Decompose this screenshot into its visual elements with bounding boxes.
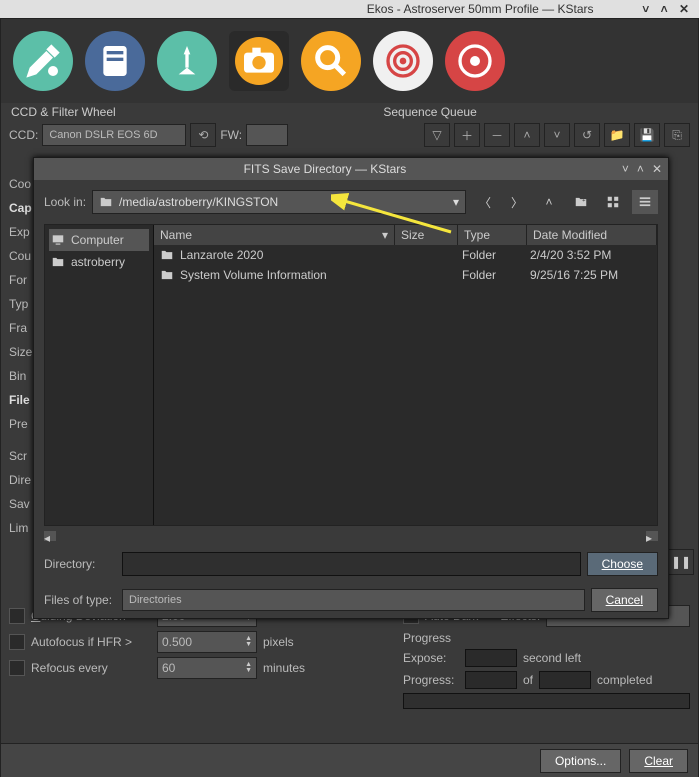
refocus-label: Refocus every xyxy=(31,661,151,675)
choose-button[interactable]: Choose xyxy=(587,552,658,576)
mount-tab[interactable] xyxy=(157,31,217,91)
fw-combo[interactable] xyxy=(246,124,288,146)
folder-icon xyxy=(99,195,113,209)
ccd-label: CCD: xyxy=(9,128,38,142)
lookin-label: Look in: xyxy=(44,195,86,209)
refocus-check[interactable] xyxy=(9,660,25,676)
folder-icon xyxy=(51,255,65,269)
svg-text:+: + xyxy=(582,198,586,204)
scheduler-tab[interactable] xyxy=(85,31,145,91)
saveas-button[interactable]: ⎘ xyxy=(664,123,690,147)
ccd-combo[interactable]: Canon DSLR EOS 6D xyxy=(42,124,186,146)
progress2-label: Progress: xyxy=(403,673,459,687)
capture-tab[interactable] xyxy=(229,31,289,91)
icon-view-button[interactable] xyxy=(600,190,626,214)
add-button[interactable]: ＋ xyxy=(454,123,480,147)
scroll-left[interactable]: ◂ xyxy=(44,531,56,541)
up-button[interactable]: ˄ xyxy=(514,123,540,147)
remove-button[interactable]: － xyxy=(484,123,510,147)
align-tab[interactable] xyxy=(373,31,433,91)
close-icon[interactable]: ✕ xyxy=(679,2,689,16)
progress-bar xyxy=(403,693,690,709)
col-type[interactable]: Type xyxy=(458,225,527,245)
filter-icon[interactable]: ▽ xyxy=(424,123,450,147)
dialog-title: FITS Save Directory — KStars xyxy=(34,162,616,176)
path-combo[interactable]: /media/astroberry/KINGSTON ▾ xyxy=(92,190,466,214)
computer-icon xyxy=(51,233,65,247)
left-labels: Coo Cap Exp Cou For Typ Fra Size Bin Fil… xyxy=(9,177,32,539)
autofocus-check[interactable] xyxy=(9,634,25,650)
col-date[interactable]: Date Modified xyxy=(527,225,657,245)
file-row[interactable]: System Volume Information Folder 9/25/16… xyxy=(154,265,657,285)
folder-icon xyxy=(160,248,174,262)
pause-button[interactable]: ❚❚ xyxy=(668,549,694,575)
scroll-right[interactable]: ▸ xyxy=(646,531,658,541)
dialog-min-icon[interactable]: ˅ xyxy=(622,162,629,176)
file-row[interactable]: Lanzarote 2020 Folder 2/4/20 3:52 PM xyxy=(154,245,657,265)
directory-label: Directory: xyxy=(44,557,116,571)
expose-value xyxy=(465,649,517,667)
autofocus-label: Autofocus if HFR > xyxy=(31,635,151,649)
progress-total xyxy=(539,671,591,689)
list-view-button[interactable] xyxy=(632,190,658,214)
save-directory-dialog: FITS Save Directory — KStars ˅ ˄ ✕ Look … xyxy=(33,157,669,619)
back-button[interactable]: 〈 xyxy=(472,190,498,214)
dialog-close-icon[interactable]: ✕ xyxy=(652,162,662,176)
sidebar-astroberry[interactable]: astroberry xyxy=(49,251,149,273)
window-title: Ekos - Astroserver 50mm Profile — KStars xyxy=(322,2,638,16)
clear-button[interactable]: Clear xyxy=(629,749,688,773)
forward-button[interactable]: 〉 xyxy=(504,190,530,214)
save-button[interactable]: 💾 xyxy=(634,123,660,147)
down-button[interactable]: ˅ xyxy=(544,123,570,147)
cancel-button[interactable]: Cancel xyxy=(591,588,658,612)
open-button[interactable]: 📁 xyxy=(604,123,630,147)
expose-label: Expose: xyxy=(403,651,459,665)
sidebar-computer[interactable]: Computer xyxy=(49,229,149,251)
progress-current xyxy=(465,671,517,689)
focus-tab[interactable] xyxy=(301,31,361,91)
guide-tab[interactable] xyxy=(445,31,505,91)
new-folder-button[interactable]: + xyxy=(568,190,594,214)
directory-input[interactable] xyxy=(122,552,581,576)
options-button[interactable]: Options... xyxy=(540,749,621,773)
ccd-section-header: CCD & Filter Wheel xyxy=(11,105,383,119)
setup-tab[interactable] xyxy=(13,31,73,91)
files-type-label: Files of type: xyxy=(44,593,116,607)
maximize-icon[interactable]: ˄ xyxy=(661,2,668,16)
refocus-spin[interactable]: 60▲▼ xyxy=(157,657,257,679)
folder-icon xyxy=(160,268,174,282)
minimize-icon[interactable]: ˅ xyxy=(642,2,649,16)
fw-label: FW: xyxy=(220,128,242,142)
progress-label: Progress xyxy=(403,631,451,645)
up-folder-button[interactable]: ˄ xyxy=(536,190,562,214)
module-toolbar xyxy=(1,19,698,103)
queue-section-header: Sequence Queue xyxy=(383,105,688,119)
col-size[interactable]: Size xyxy=(395,225,458,245)
reset-button[interactable]: ↺ xyxy=(574,123,600,147)
autofocus-spin[interactable]: 0.500▲▼ xyxy=(157,631,257,653)
restart-button[interactable]: ⟲ xyxy=(190,123,216,147)
col-name[interactable]: Name▾ xyxy=(154,225,395,245)
files-type-combo[interactable]: Directories xyxy=(122,589,585,611)
dialog-max-icon[interactable]: ˄ xyxy=(637,162,644,176)
guiding-check[interactable] xyxy=(9,608,25,624)
